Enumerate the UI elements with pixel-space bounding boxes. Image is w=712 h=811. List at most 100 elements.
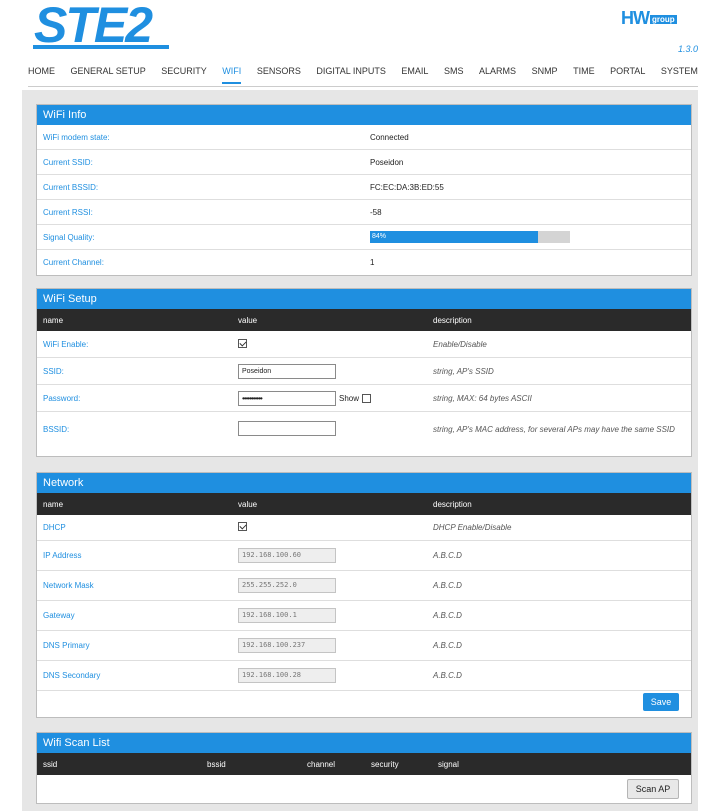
dhcp-checkbox[interactable] xyxy=(238,522,247,531)
dns-secondary-label: DNS Secondary xyxy=(43,671,101,680)
content-area: WiFi Info WiFi modem state: Connected Cu… xyxy=(22,90,698,811)
ssid-label: SSID: xyxy=(43,366,64,376)
gateway-input[interactable]: 192.168.100.1 xyxy=(238,608,336,623)
show-password-label: Show xyxy=(339,393,360,403)
wifi-scan-title: Wifi Scan List xyxy=(37,733,691,753)
signal-quality-fill: 84% xyxy=(370,231,538,243)
brand-logo: HW group xyxy=(621,8,677,29)
col-name: name xyxy=(43,499,64,509)
nav-snmp[interactable]: SNMP xyxy=(532,64,558,84)
wifi-info-panel: WiFi Info WiFi modem state: Connected Cu… xyxy=(36,104,692,276)
info-row: WiFi modem state: Connected xyxy=(37,125,691,150)
col-ssid: ssid xyxy=(43,759,58,769)
col-security: security xyxy=(371,759,399,769)
logo-underline xyxy=(33,45,169,49)
nav-wifi[interactable]: WIFI xyxy=(222,64,242,84)
gateway-row: Gateway 192.168.100.1 A.B.C.D xyxy=(37,601,691,631)
col-description: description xyxy=(433,315,472,325)
brand-name: HW xyxy=(621,8,650,28)
wifi-setup-title: WiFi Setup xyxy=(37,289,691,309)
ssid-row: SSID: Poseidon string, AP's SSID xyxy=(37,358,691,385)
bssid-label: BSSID: xyxy=(43,425,70,434)
nav-portal[interactable]: PORTAL xyxy=(610,64,645,84)
wifi-enable-checkbox[interactable] xyxy=(238,338,247,348)
dhcp-row: DHCP DHCP Enable/Disable xyxy=(37,515,691,541)
info-label: Current SSID: xyxy=(43,157,93,167)
nav-email[interactable]: EMAIL xyxy=(401,64,428,84)
nav-system[interactable]: SYSTEM xyxy=(661,64,698,84)
col-value: value xyxy=(238,315,258,325)
ip-address-desc: A.B.C.D xyxy=(433,551,462,560)
dns-primary-row: DNS Primary 192.168.100.237 A.B.C.D xyxy=(37,631,691,661)
ip-address-input[interactable]: 192.168.100.60 xyxy=(238,548,336,563)
info-row: Current SSID: Poseidon xyxy=(37,150,691,175)
info-label: Current RSSI: xyxy=(43,207,93,217)
info-row: Current RSSI: -58 xyxy=(37,200,691,225)
signal-quality-row: Signal Quality: 84% xyxy=(37,225,691,250)
info-row: Current BSSID: FC:EC:DA:3B:ED:55 xyxy=(37,175,691,200)
product-logo: STE2 xyxy=(34,0,153,53)
dns-primary-input[interactable]: 192.168.100.237 xyxy=(238,638,336,653)
wifi-info-title: WiFi Info xyxy=(37,105,691,125)
main-nav: HOME GENERAL SETUP SECURITY WIFI SENSORS… xyxy=(28,64,698,84)
gateway-desc: A.B.C.D xyxy=(433,611,462,620)
info-value: -58 xyxy=(370,207,382,217)
nav-security[interactable]: SECURITY xyxy=(161,64,207,84)
ip-address-label: IP Address xyxy=(43,551,82,560)
dhcp-desc: DHCP Enable/Disable xyxy=(433,523,512,532)
wifi-scan-panel: Wifi Scan List ssid bssid channel securi… xyxy=(36,732,692,804)
info-value: Connected xyxy=(370,132,409,142)
col-signal: signal xyxy=(438,759,459,769)
dns-primary-desc: A.B.C.D xyxy=(433,641,462,650)
wifi-enable-desc: Enable/Disable xyxy=(433,339,487,349)
bssid-input[interactable] xyxy=(238,421,336,436)
dns-primary-label: DNS Primary xyxy=(43,641,90,650)
bssid-desc: string, AP's MAC address, for several AP… xyxy=(433,425,675,434)
nav-sms[interactable]: SMS xyxy=(444,64,464,84)
network-mask-row: Network Mask 255.255.252.0 A.B.C.D xyxy=(37,571,691,601)
ip-address-row: IP Address 192.168.100.60 A.B.C.D xyxy=(37,541,691,571)
info-row: Current Channel: 1 xyxy=(37,250,691,275)
info-label: Current BSSID: xyxy=(43,182,99,192)
show-password-checkbox[interactable] xyxy=(362,393,372,403)
network-mask-label: Network Mask xyxy=(43,581,94,590)
network-mask-input[interactable]: 255.255.252.0 xyxy=(238,578,336,593)
scan-table-header: ssid bssid channel security signal xyxy=(37,753,691,775)
nav-sensors[interactable]: SENSORS xyxy=(257,64,301,84)
col-name: name xyxy=(43,315,64,325)
save-button[interactable]: Save xyxy=(643,693,679,711)
password-input[interactable]: ••••••••••• xyxy=(238,390,336,406)
nav-general-setup[interactable]: GENERAL SETUP xyxy=(71,64,146,84)
password-desc: string, MAX: 64 bytes ASCII xyxy=(433,393,532,403)
firmware-version: 1.3.0 xyxy=(677,44,698,54)
scan-ap-button[interactable]: Scan AP xyxy=(627,779,679,799)
password-row: Password: ••••••••••• Show string, MAX: … xyxy=(37,385,691,412)
col-value: value xyxy=(238,499,258,509)
col-description: description xyxy=(433,499,472,509)
ssid-desc: string, AP's SSID xyxy=(433,366,494,376)
nav-alarms[interactable]: ALARMS xyxy=(479,64,516,84)
brand-suffix: group xyxy=(650,14,677,24)
dns-secondary-row: DNS Secondary 192.168.100.28 A.B.C.D xyxy=(37,661,691,691)
wifi-enable-label: WiFi Enable: xyxy=(43,339,89,349)
channel-label: Current Channel: xyxy=(43,258,104,267)
gateway-label: Gateway xyxy=(43,611,75,620)
table-header: name value description xyxy=(37,309,691,331)
network-mask-desc: A.B.C.D xyxy=(433,581,462,590)
nav-home[interactable]: HOME xyxy=(28,64,55,84)
network-title: Network xyxy=(37,473,691,493)
info-label: WiFi modem state: xyxy=(43,132,110,142)
signal-quality-bar: 84% xyxy=(370,231,570,243)
dns-secondary-input[interactable]: 192.168.100.28 xyxy=(238,668,336,683)
info-value: FC:EC:DA:3B:ED:55 xyxy=(370,182,444,192)
table-header: name value description xyxy=(37,493,691,515)
wifi-enable-row: WiFi Enable: Enable/Disable xyxy=(37,331,691,358)
nav-digital-inputs[interactable]: DIGITAL INPUTS xyxy=(316,64,386,84)
channel-value: 1 xyxy=(370,258,375,267)
network-panel: Network name value description DHCP DHCP… xyxy=(36,472,692,718)
nav-time[interactable]: TIME xyxy=(573,64,595,84)
dhcp-label: DHCP xyxy=(43,523,66,532)
col-bssid: bssid xyxy=(207,759,226,769)
bssid-row: BSSID: string, AP's MAC address, for sev… xyxy=(37,412,691,447)
ssid-input[interactable]: Poseidon xyxy=(238,363,336,379)
